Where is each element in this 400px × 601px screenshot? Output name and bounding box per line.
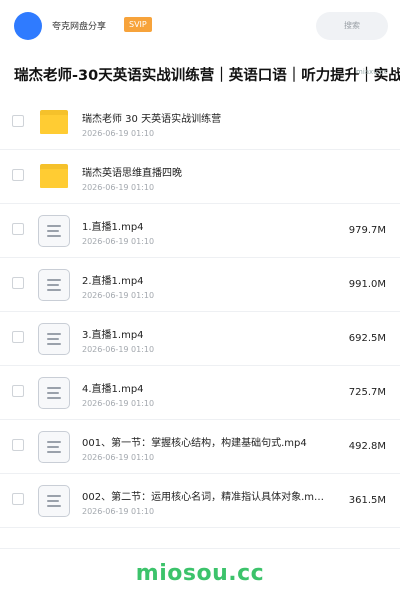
- row-checkbox[interactable]: [12, 493, 24, 505]
- avatar[interactable]: [14, 12, 42, 40]
- header: 夸克网盘分享 SVIP 搜索: [0, 0, 400, 52]
- row-checkbox[interactable]: [12, 331, 24, 343]
- row-checkbox[interactable]: [12, 385, 24, 397]
- file-size: 979.7M: [348, 225, 386, 236]
- title-watermark: miaxu.cc: [356, 68, 388, 76]
- document-icon: [38, 485, 70, 517]
- svip-badge: SVIP: [124, 17, 152, 32]
- row-checkbox[interactable]: [12, 277, 24, 289]
- footer: miosou.cc: [0, 548, 400, 601]
- row-checkbox[interactable]: [12, 223, 24, 235]
- file-name: 瑞杰英语思维直播四晚: [82, 168, 182, 179]
- file-size: 725.7M: [348, 387, 386, 398]
- file-date: 2026-06-19 01:10: [82, 237, 155, 246]
- file-size: 991.0M: [348, 279, 386, 290]
- file-size: 492.8M: [348, 441, 386, 452]
- file-name: 瑞杰老师 30 天英语实战训练营: [82, 114, 222, 125]
- folder-icon: [40, 164, 68, 188]
- file-date: 2026-06-19 01:10: [82, 399, 155, 408]
- file-row[interactable]: 2.直播1.mp4 2026-06-19 01:10 991.0M: [0, 258, 400, 312]
- folder-row[interactable]: 瑞杰英语思维直播四晚 2026-06-19 01:10: [0, 150, 400, 204]
- row-checkbox[interactable]: [12, 439, 24, 451]
- file-row[interactable]: 1.直播1.mp4 2026-06-19 01:10 979.7M: [0, 204, 400, 258]
- file-row[interactable]: 001、第一节：掌握核心结构，构建基础句式.mp4 2026-06-19 01:1…: [0, 420, 400, 474]
- file-size: 361.5M: [348, 495, 386, 506]
- file-name: 1.直播1.mp4: [82, 222, 144, 233]
- page-title: 瑞杰老师-30天英语实战训练营｜英语口语｜听力提升｜实战: [14, 68, 400, 84]
- file-name: 001、第一节：掌握核心结构，构建基础句式.mp4: [82, 438, 307, 449]
- file-date: 2026-06-19 01:10: [82, 453, 155, 462]
- document-icon: [38, 215, 70, 247]
- document-icon: [38, 323, 70, 355]
- file-name: 3.直播1.mp4: [82, 330, 144, 341]
- file-date: 2026-06-19 01:10: [82, 129, 155, 138]
- file-name: 4.直播1.mp4: [82, 384, 144, 395]
- file-name: 002、第二节：运用核心名词，精准指认具体对象.m…: [82, 492, 325, 503]
- file-date: 2026-06-19 01:10: [82, 507, 155, 516]
- document-icon: [38, 377, 70, 409]
- file-size: 692.5M: [348, 333, 386, 344]
- app-name: 夸克网盘分享: [52, 22, 107, 32]
- document-icon: [38, 431, 70, 463]
- search-input[interactable]: 搜索: [316, 12, 388, 40]
- document-icon: [38, 269, 70, 301]
- row-checkbox[interactable]: [12, 169, 24, 181]
- row-checkbox[interactable]: [12, 115, 24, 127]
- file-date: 2026-06-19 01:10: [82, 345, 155, 354]
- file-row[interactable]: 3.直播1.mp4 2026-06-19 01:10 692.5M: [0, 312, 400, 366]
- file-name: 2.直播1.mp4: [82, 276, 144, 287]
- file-row[interactable]: 4.直播1.mp4 2026-06-19 01:10 725.7M: [0, 366, 400, 420]
- file-date: 2026-06-19 01:10: [82, 183, 155, 192]
- file-date: 2026-06-19 01:10: [82, 291, 155, 300]
- file-row[interactable]: 002、第二节：运用核心名词，精准指认具体对象.m… 2026-06-19 01:…: [0, 474, 400, 528]
- folder-icon: [40, 110, 68, 134]
- folder-row[interactable]: 瑞杰老师 30 天英语实战训练营 2026-06-19 01:10: [0, 96, 400, 150]
- brand-watermark: miosou.cc: [135, 561, 265, 586]
